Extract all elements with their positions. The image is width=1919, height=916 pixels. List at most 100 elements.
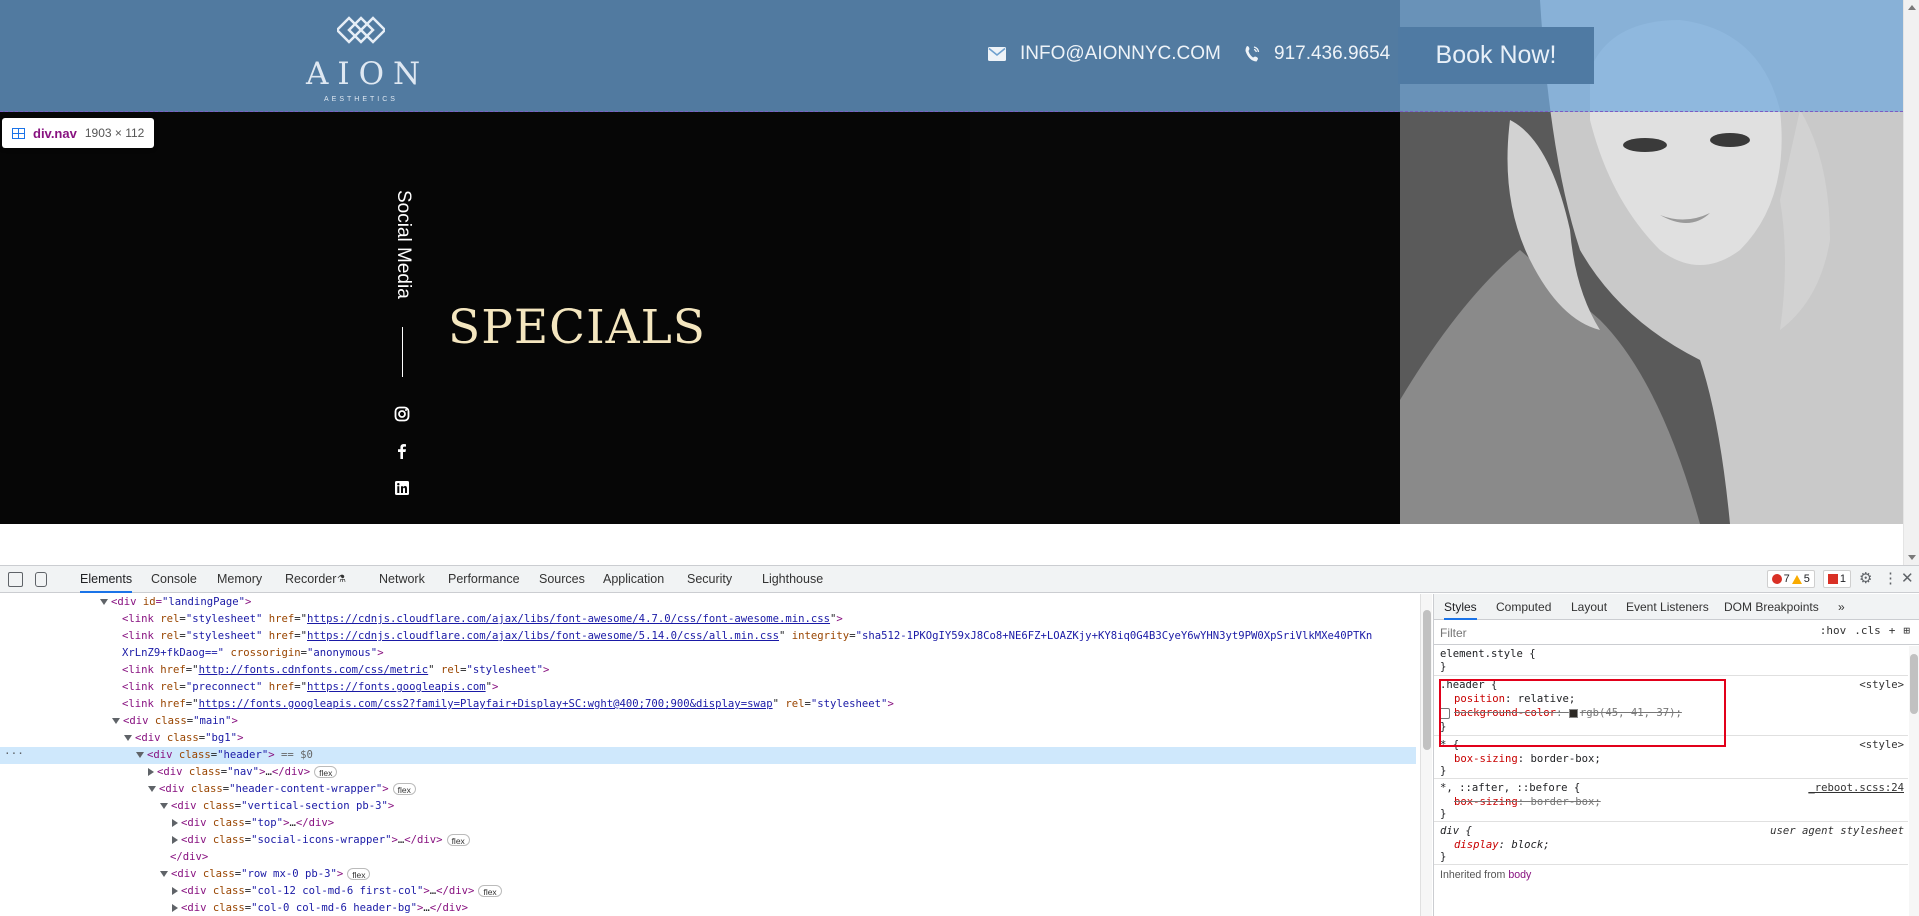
- class-toggle[interactable]: .cls: [1854, 624, 1881, 637]
- dom-node[interactable]: <div class="header-content-wrapper"> flex: [148, 781, 416, 798]
- rule-selector: *, ::after, ::before {: [1440, 782, 1581, 794]
- elements-dom-tree[interactable]: <div id="landingPage"> <link rel="styles…: [0, 594, 1420, 916]
- facebook-icon[interactable]: [394, 443, 412, 461]
- tooltip-size: 1903 × 112: [84, 126, 145, 140]
- close-devtools-icon[interactable]: ✕: [1901, 571, 1914, 587]
- tab-styles[interactable]: Styles: [1444, 594, 1477, 620]
- dom-node[interactable]: <div class="top">…</div>: [172, 815, 334, 832]
- dom-node[interactable]: <div class="bg1">: [124, 730, 243, 747]
- email-text: INFO@AIONNYC.COM: [1020, 43, 1221, 64]
- error-warning-counter[interactable]: 7 5: [1766, 570, 1815, 588]
- flex-badge[interactable]: flex: [478, 885, 502, 897]
- dom-node[interactable]: <div class="nav">…</div> flex: [148, 764, 338, 781]
- rule-source-link[interactable]: _reboot.scss:24: [1808, 782, 1904, 794]
- rule-selector: div {: [1440, 825, 1472, 837]
- dom-node[interactable]: <link rel="preconnect" href="https://fon…: [122, 679, 498, 696]
- dom-scrollbar[interactable]: [1420, 594, 1432, 916]
- tab-network[interactable]: Network: [379, 566, 425, 593]
- declaration[interactable]: display: block;: [1454, 839, 1550, 851]
- styles-tabs: Styles Computed Layout Event Listeners D…: [1434, 594, 1919, 620]
- tab-lighthouse[interactable]: Lighthouse: [762, 566, 823, 593]
- declaration[interactable]: box-sizing: border-box;: [1454, 753, 1601, 765]
- book-now-button[interactable]: Book Now!: [1398, 27, 1594, 84]
- declaration-disabled[interactable]: background-color: rgb(45, 41, 37);: [1454, 707, 1682, 719]
- dom-node[interactable]: <div class="vertical-section pb-3">: [160, 798, 394, 815]
- more-tabs-icon[interactable]: »: [1838, 594, 1845, 620]
- logo-subtitle: AESTHETICS: [324, 96, 398, 103]
- flex-badge[interactable]: flex: [446, 834, 470, 846]
- contact-phone[interactable]: 917.436.9654: [1244, 43, 1390, 65]
- issues-icon: [1827, 574, 1838, 584]
- dom-node[interactable]: <div class="main">: [112, 713, 238, 730]
- styles-filter-input[interactable]: [1440, 624, 1770, 642]
- device-toolbar-icon[interactable]: [35, 572, 47, 587]
- declaration-overridden[interactable]: box-sizing: border-box;: [1454, 796, 1601, 808]
- nav-highlight: AION AESTHETICS INFO@AIONNYC.COM 917.436…: [0, 0, 1903, 112]
- envelope-icon: [988, 47, 1006, 61]
- issues-counter[interactable]: 1: [1822, 570, 1851, 588]
- element-style-rule[interactable]: element.style { }: [1434, 646, 1908, 676]
- more-options-icon[interactable]: ⋮: [1883, 571, 1898, 587]
- social-media-text: Social Media: [393, 190, 414, 299]
- declaration[interactable]: position: relative;: [1454, 693, 1575, 705]
- dom-node[interactable]: <link href="https://fonts.googleapis.com…: [122, 696, 894, 713]
- tab-performance[interactable]: Performance: [448, 566, 520, 593]
- flex-badge[interactable]: flex: [347, 868, 371, 880]
- dom-scroll-thumb[interactable]: [1423, 610, 1431, 750]
- dom-node[interactable]: <div class="col-0 col-md-6 header-bg">…<…: [172, 900, 468, 916]
- scroll-down-icon[interactable]: [1908, 555, 1916, 560]
- tab-computed[interactable]: Computed: [1496, 594, 1551, 620]
- inherited-element-link[interactable]: body: [1508, 869, 1531, 881]
- inspect-element-icon[interactable]: [8, 572, 23, 587]
- hover-state-toggle[interactable]: :hov: [1820, 624, 1847, 637]
- universal-rule[interactable]: * { <style> box-sizing: border-box; }: [1434, 737, 1908, 779]
- flex-badge[interactable]: flex: [392, 783, 416, 795]
- dom-node[interactable]: <link rel="stylesheet" href="https://cdn…: [122, 611, 843, 628]
- tab-security[interactable]: Security: [687, 566, 732, 593]
- social-divider: [402, 327, 403, 377]
- tab-elements[interactable]: Elements: [80, 566, 133, 593]
- tab-recorder[interactable]: Recorder: [285, 566, 336, 593]
- computed-sidebar-icon[interactable]: ⊞: [1903, 624, 1910, 637]
- inherited-label: Inherited from: [1440, 869, 1506, 881]
- rule-source[interactable]: <style>: [1859, 739, 1904, 751]
- scroll-up-icon[interactable]: [1908, 5, 1916, 10]
- rule-source[interactable]: <style>: [1859, 679, 1904, 691]
- tab-memory[interactable]: Memory: [217, 566, 262, 593]
- tab-sources[interactable]: Sources: [539, 566, 585, 593]
- tab-dom-breakpoints[interactable]: DOM Breakpoints: [1724, 594, 1819, 620]
- tab-application[interactable]: Application: [603, 566, 664, 593]
- warning-icon: [1791, 574, 1802, 584]
- instagram-icon[interactable]: [394, 406, 412, 424]
- tab-layout[interactable]: Layout: [1571, 594, 1607, 620]
- styles-scroll-thumb[interactable]: [1910, 654, 1918, 714]
- tab-console[interactable]: Console: [151, 566, 197, 593]
- node-actions-icon[interactable]: ···: [4, 747, 24, 760]
- dom-node-selected[interactable]: <div class="header"> == $0: [0, 747, 1416, 764]
- new-rule-icon[interactable]: +: [1889, 624, 1896, 637]
- dom-node[interactable]: XrLnZ9+fkDaog==" crossorigin="anonymous"…: [122, 645, 384, 662]
- aion-logo[interactable]: AION AESTHETICS: [306, 14, 420, 103]
- dom-node[interactable]: <link href="http://fonts.cdnfonts.com/cs…: [122, 662, 549, 679]
- settings-gear-icon[interactable]: ⚙: [1859, 571, 1875, 587]
- error-icon: [1771, 574, 1782, 584]
- page-scrollbar[interactable]: [1903, 0, 1919, 565]
- linkedin-icon[interactable]: [394, 480, 412, 498]
- color-swatch-icon[interactable]: [1568, 708, 1578, 718]
- dom-node[interactable]: <div class="social-icons-wrapper">…</div…: [172, 832, 470, 849]
- dom-node[interactable]: <div class="row mx-0 pb-3"> flex: [160, 866, 371, 883]
- styles-scrollbar[interactable]: [1909, 646, 1919, 916]
- dom-node[interactable]: <div id="landingPage">: [100, 594, 251, 611]
- dom-node[interactable]: <link rel="stylesheet" href="https://cdn…: [122, 628, 1372, 645]
- flex-badge[interactable]: flex: [314, 766, 338, 778]
- dom-node[interactable]: <div class="col-12 col-md-6 first-col">……: [172, 883, 502, 900]
- contact-email[interactable]: INFO@AIONNYC.COM: [988, 43, 1221, 65]
- user-agent-div-rule[interactable]: div { user agent stylesheet display: blo…: [1434, 823, 1908, 865]
- dom-node[interactable]: </div>: [170, 849, 208, 866]
- header-rule[interactable]: .header { <style> position: relative; ba…: [1434, 677, 1908, 736]
- phone-icon: [1245, 46, 1260, 62]
- declaration-toggle-checkbox[interactable]: [1439, 708, 1450, 719]
- reboot-rule[interactable]: *, ::after, ::before { _reboot.scss:24 b…: [1434, 780, 1908, 822]
- tab-event-listeners[interactable]: Event Listeners: [1626, 594, 1709, 620]
- rule-close: }: [1440, 721, 1447, 733]
